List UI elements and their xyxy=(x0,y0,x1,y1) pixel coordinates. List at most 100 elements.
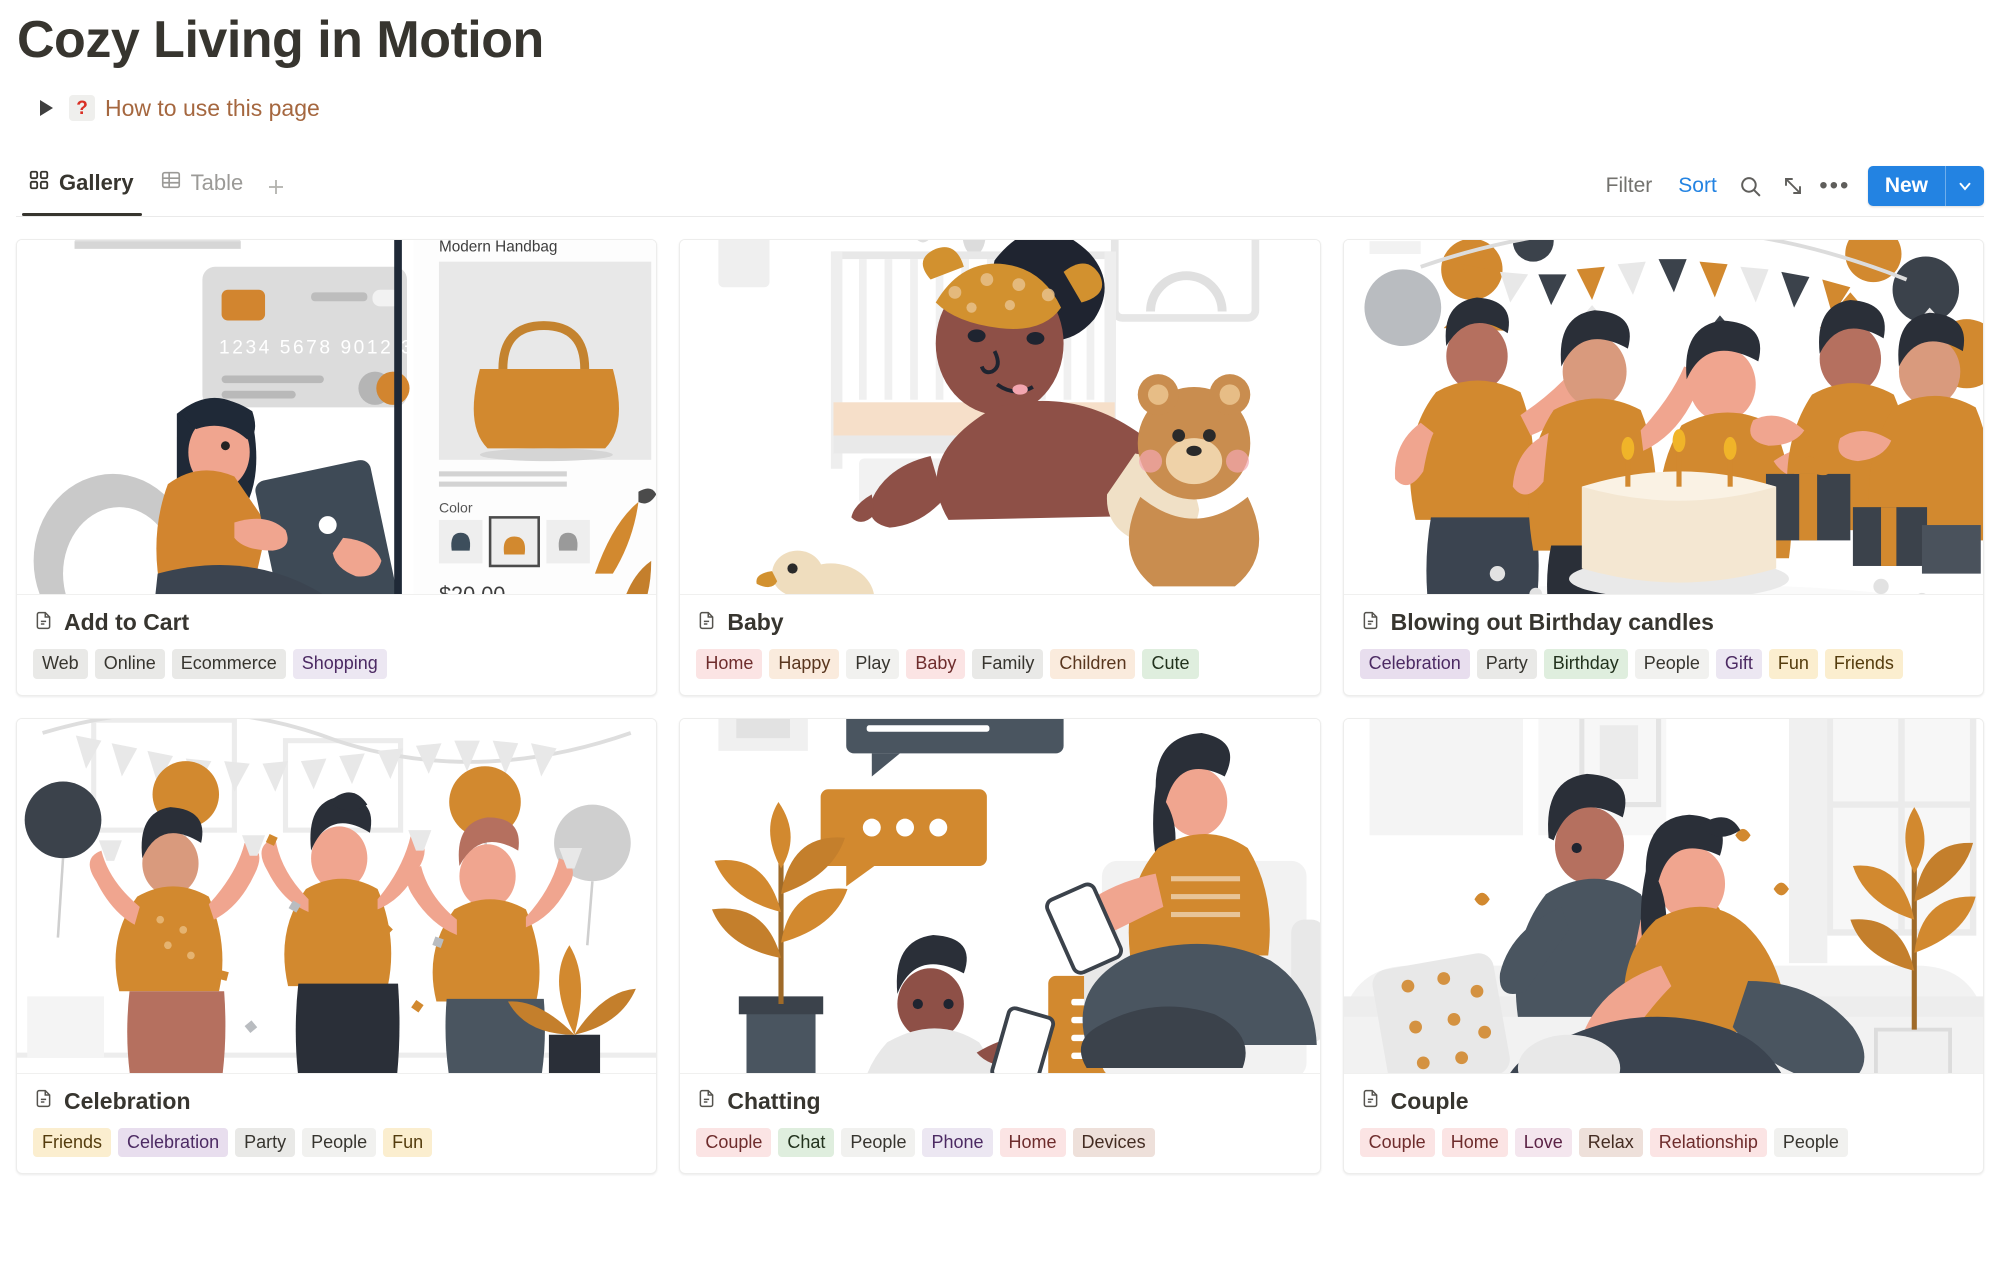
more-options-button[interactable]: ••• xyxy=(1814,168,1856,204)
tag[interactable]: Relax xyxy=(1578,1127,1643,1158)
toolbar-actions: Filter Sort ••• New xyxy=(1593,166,1984,216)
gallery-card[interactable]: Celebration Friends Celebration Party Pe… xyxy=(16,717,658,1175)
tab-table-label: Table xyxy=(190,170,244,196)
card-tags: Web Online Ecommerce Shopping xyxy=(33,649,640,679)
tag[interactable]: Fun xyxy=(1768,649,1818,679)
tag[interactable]: Baby xyxy=(906,649,966,679)
document-icon xyxy=(696,610,717,636)
tag[interactable]: Ecommerce xyxy=(171,649,286,679)
document-icon xyxy=(33,610,54,636)
tag[interactable]: People xyxy=(841,1127,916,1158)
card-title-row: Baby xyxy=(696,609,1303,636)
tag[interactable]: Children xyxy=(1050,649,1136,679)
gallery-card[interactable]: Baby Home Happy Play Baby Family Childre… xyxy=(679,239,1321,696)
card-tags: Couple Chat People Phone Home Devices xyxy=(696,1127,1303,1158)
tag[interactable]: People xyxy=(302,1127,377,1158)
svg-text:$20.00: $20.00 xyxy=(439,582,505,594)
tag[interactable]: Chat xyxy=(778,1127,835,1158)
gallery-grid: 1234 5678 9012 345 Modern Handbag Color … xyxy=(16,239,1984,1175)
svg-text:1234 5678 9012 345: 1234 5678 9012 345 xyxy=(219,338,441,359)
plus-icon xyxy=(269,180,284,195)
chevron-down-icon[interactable] xyxy=(1946,166,1984,206)
question-mark-icon: ? xyxy=(69,95,95,122)
tag[interactable]: Party xyxy=(235,1127,296,1158)
tag[interactable]: Devices xyxy=(1072,1127,1155,1158)
page-root: Cozy Living in Motion ? How to use this … xyxy=(0,11,2000,1263)
tag[interactable]: Family xyxy=(972,649,1044,679)
card-title-row: Add to Cart xyxy=(33,609,640,636)
expand-arrows-icon[interactable] xyxy=(1772,168,1814,204)
page-title: Cozy Living in Motion xyxy=(17,11,544,69)
tag[interactable]: Play xyxy=(846,649,900,679)
tag[interactable]: Party xyxy=(1476,649,1537,679)
birthday-party-illustration xyxy=(1343,240,1983,596)
tag[interactable]: People xyxy=(1773,1127,1848,1158)
tag[interactable]: Web xyxy=(33,649,88,679)
card-title-row: Celebration xyxy=(33,1088,640,1115)
chatting-phone-illustration xyxy=(680,718,1320,1074)
card-tags: Celebration Party Birthday People Gift F… xyxy=(1359,649,1967,679)
filter-button[interactable]: Filter xyxy=(1593,168,1666,204)
tag[interactable]: Online xyxy=(94,649,165,679)
tag[interactable]: Love xyxy=(1514,1127,1572,1158)
document-icon xyxy=(696,1088,717,1114)
add-view-button[interactable] xyxy=(257,162,295,216)
card-title: Celebration xyxy=(64,1087,191,1114)
tag[interactable]: Phone xyxy=(922,1127,993,1158)
card-body: Chatting Couple Chat People Phone Home D… xyxy=(680,1074,1319,1174)
how-to-use-label[interactable]: How to use this page xyxy=(105,95,320,122)
card-title: Add to Cart xyxy=(64,609,190,636)
tag[interactable]: Home xyxy=(696,649,763,679)
ellipsis-icon: ••• xyxy=(1819,172,1851,200)
card-body: Blowing out Birthday candles Celebration… xyxy=(1344,595,1983,695)
triangle-right-icon[interactable] xyxy=(40,100,53,117)
document-icon xyxy=(1360,1088,1381,1114)
gallery-card[interactable]: Couple Couple Home Love Relax Relationsh… xyxy=(1342,717,1984,1175)
document-icon xyxy=(33,1088,54,1114)
how-to-use-toggle[interactable]: ? How to use this page xyxy=(40,91,1984,125)
tag[interactable]: Friends xyxy=(33,1127,112,1158)
tab-gallery[interactable]: Gallery xyxy=(16,162,148,217)
tag[interactable]: Couple xyxy=(696,1127,772,1158)
tag[interactable]: Celebration xyxy=(118,1127,229,1158)
card-title: Couple xyxy=(1390,1087,1469,1114)
tag[interactable]: Friends xyxy=(1824,649,1903,679)
tag[interactable]: Shopping xyxy=(292,649,387,679)
card-tags: Couple Home Love Relax Relationship Peop… xyxy=(1359,1127,1967,1158)
card-title-row: Chatting xyxy=(696,1088,1303,1115)
tag[interactable]: Happy xyxy=(769,649,840,679)
tab-table[interactable]: Table xyxy=(148,162,258,216)
document-icon xyxy=(1360,610,1381,636)
tag[interactable]: Home xyxy=(1441,1127,1508,1158)
card-tags: Friends Celebration Party People Fun xyxy=(33,1127,640,1158)
new-button-group[interactable]: New xyxy=(1867,166,1984,207)
new-button[interactable]: New xyxy=(1868,166,1945,206)
tag[interactable]: People xyxy=(1634,649,1709,679)
gallery-card[interactable]: Chatting Couple Chat People Phone Home D… xyxy=(679,717,1321,1175)
svg-text:Color: Color xyxy=(439,499,473,515)
gallery-card[interactable]: Blowing out Birthday candles Celebration… xyxy=(1342,239,1984,696)
gallery-grid-icon xyxy=(28,169,50,197)
card-tags: Home Happy Play Baby Family Children Cut… xyxy=(696,649,1303,679)
tag[interactable]: Couple xyxy=(1359,1127,1435,1158)
search-icon[interactable] xyxy=(1730,168,1772,204)
sort-button[interactable]: Sort xyxy=(1665,168,1730,204)
tag[interactable]: Home xyxy=(999,1127,1066,1158)
tab-gallery-label: Gallery xyxy=(59,170,134,196)
tag[interactable]: Relationship xyxy=(1649,1127,1767,1158)
couple-relaxing-illustration xyxy=(1343,718,1983,1074)
tag[interactable]: Cute xyxy=(1142,649,1199,679)
gallery-card[interactable]: 1234 5678 9012 345 Modern Handbag Color … xyxy=(16,239,658,696)
card-title: Blowing out Birthday candles xyxy=(1390,609,1714,636)
tag[interactable]: Gift xyxy=(1715,649,1762,679)
card-body: Add to Cart Web Online Ecommerce Shoppin… xyxy=(17,595,656,695)
friends-toasting-illustration xyxy=(17,718,657,1074)
table-icon xyxy=(160,169,182,197)
tag[interactable]: Birthday xyxy=(1543,649,1628,679)
baby-crawling-illustration xyxy=(680,240,1320,596)
tag[interactable]: Celebration xyxy=(1359,649,1470,679)
tag[interactable]: Fun xyxy=(383,1127,433,1158)
card-body: Baby Home Happy Play Baby Family Childre… xyxy=(680,595,1319,695)
card-title-row: Couple xyxy=(1360,1088,1967,1115)
view-tabs: Gallery Table xyxy=(16,162,295,217)
